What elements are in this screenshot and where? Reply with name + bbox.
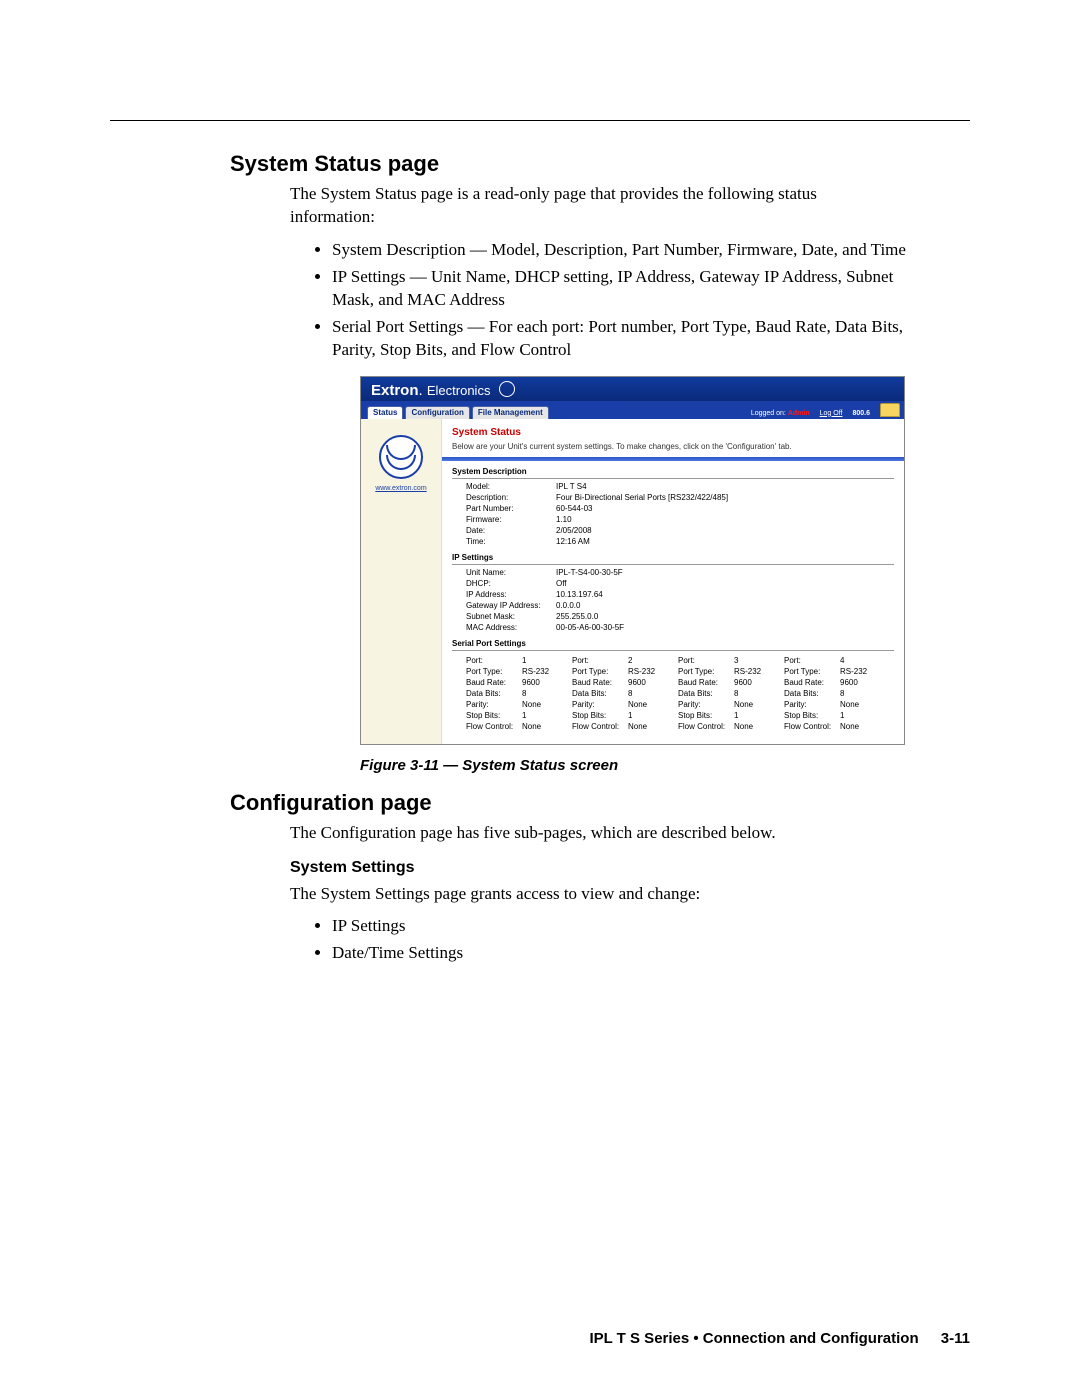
system-settings-list: IP Settings Date/Time Settings — [310, 915, 912, 965]
row-dhcp: DHCP:Off — [452, 578, 894, 589]
footer-page-number: 3-11 — [941, 1330, 970, 1347]
row-firmware: Firmware:1.10 — [452, 514, 894, 525]
top-rule — [110, 120, 970, 121]
row-gateway: Gateway IP Address:0.0.0.0 — [452, 600, 894, 611]
screenshot-main: System Status Below are your Unit's curr… — [441, 419, 904, 744]
section-ip-settings: IP Settings — [452, 551, 894, 565]
list-item: IP Settings — [332, 915, 912, 938]
logoff-link[interactable]: Log Off — [820, 410, 843, 417]
extron-url[interactable]: www.extron.com — [365, 485, 437, 492]
row-partnumber: Part Number:60-544-03 — [452, 503, 894, 514]
screenshot-sidebar: www.extron.com — [361, 419, 441, 744]
contact-tab-icon[interactable] — [880, 403, 900, 417]
serial-port-4: Port:4 Port Type:RS-232 Baud Rate:9600 D… — [784, 655, 884, 732]
heading-system-settings: System Settings — [290, 859, 970, 877]
screenshot-title: System Status — [442, 425, 904, 440]
list-item: System Description — Model, Description,… — [332, 239, 912, 262]
row-mac: MAC Address:00-05-A6-00-30-5F — [452, 622, 894, 633]
configuration-intro: The Configuration page has five sub-page… — [290, 822, 900, 845]
system-status-intro: The System Status page is a read-only pa… — [290, 183, 900, 229]
divider-bar — [442, 457, 904, 461]
header-right: Logged on: Admin Log Off 800.6 — [751, 401, 900, 417]
tab-bar: Status Configuration File Management Log… — [361, 401, 904, 419]
heading-system-status: System Status page — [230, 151, 970, 177]
extron-logo-icon — [379, 435, 423, 479]
page-footer: IPL T S Series • Connection and Configur… — [589, 1330, 970, 1347]
footer-title: IPL T S Series • Connection and Configur… — [589, 1330, 918, 1347]
brand-text: Extron — [371, 382, 419, 399]
system-status-list: System Description — Model, Description,… — [310, 239, 912, 362]
row-time: Time:12:16 AM — [452, 536, 894, 547]
tab-configuration[interactable]: Configuration — [405, 406, 469, 419]
row-date: Date:2/05/2008 — [452, 525, 894, 536]
tab-file-management[interactable]: File Management — [472, 406, 549, 419]
screenshot-header: Extron. Electronics — [361, 377, 904, 401]
row-ipaddress: IP Address:10.13.197.64 — [452, 589, 894, 600]
figure-caption: Figure 3-11 — System Status screen — [360, 757, 970, 774]
brand-swirl-icon — [499, 381, 515, 397]
section-system-description: System Description — [452, 465, 894, 479]
row-description: Description:Four Bi-Directional Serial P… — [452, 492, 894, 503]
screenshot-note: Below are your Unit's current system set… — [442, 440, 904, 457]
row-model: Model:IPL T S4 — [452, 481, 894, 492]
row-unitname: Unit Name:IPL-T-S4-00-30-5F — [452, 567, 894, 578]
system-settings-intro: The System Settings page grants access t… — [290, 883, 900, 906]
brand-sub: Electronics — [427, 383, 491, 398]
list-item: Date/Time Settings — [332, 942, 912, 965]
row-subnet: Subnet Mask:255.255.0.0 — [452, 611, 894, 622]
logged-on-label: Logged on: — [751, 410, 786, 417]
serial-port-2: Port:2 Port Type:RS-232 Baud Rate:9600 D… — [572, 655, 672, 732]
serial-port-3: Port:3 Port Type:RS-232 Baud Rate:9600 D… — [678, 655, 778, 732]
list-item: Serial Port Settings — For each port: Po… — [332, 316, 912, 362]
serial-ports: Port:1 Port Type:RS-232 Baud Rate:9600 D… — [452, 653, 894, 734]
section-serial-port-settings: Serial Port Settings — [452, 637, 894, 651]
list-item: IP Settings — Unit Name, DHCP setting, I… — [332, 266, 912, 312]
logged-on-user: Admin — [788, 410, 810, 417]
heading-configuration: Configuration page — [230, 790, 970, 816]
tab-status[interactable]: Status — [367, 406, 403, 419]
phone-number: 800.6 — [852, 410, 870, 417]
serial-port-1: Port:1 Port Type:RS-232 Baud Rate:9600 D… — [466, 655, 566, 732]
screenshot-system-status: Extron. Electronics Status Configuration… — [360, 376, 905, 745]
